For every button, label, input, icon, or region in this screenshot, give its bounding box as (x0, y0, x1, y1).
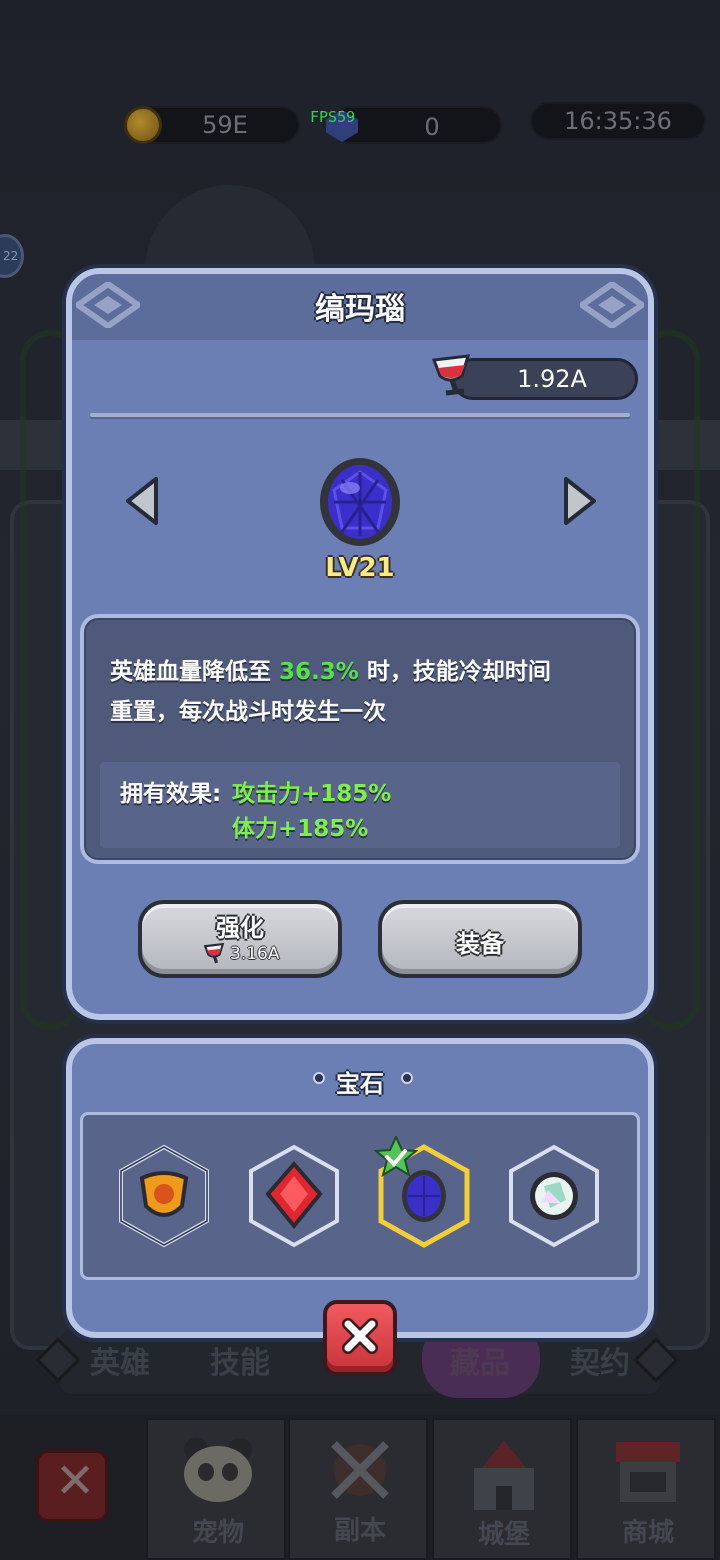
next-arrow-icon[interactable] (562, 476, 598, 526)
upgrade-button-label: 强化 (216, 914, 264, 942)
description-line-2: 重置，每次战斗时发生一次 (110, 699, 386, 725)
castle-icon (474, 1440, 534, 1510)
header-divider (90, 413, 630, 417)
nav-close-button[interactable]: ✕ (36, 1450, 108, 1522)
equipped-check-icon (374, 1136, 418, 1178)
nav-castle-label: 城堡 (477, 1520, 530, 1550)
nav-shop[interactable]: 商城 (576, 1418, 716, 1560)
nav-castle[interactable]: 城堡 (432, 1418, 572, 1560)
nav-shop-label: 商城 (621, 1518, 674, 1548)
tab-collection[interactable]: 藏品 (450, 1338, 510, 1382)
item-title: 缟玛瑙 (315, 292, 405, 327)
crystal-gem-icon (530, 1172, 578, 1220)
equip-button-label: 装备 (456, 930, 504, 958)
nav-pets[interactable]: 宠物 (146, 1418, 286, 1560)
tab-contract[interactable]: 契约 (570, 1338, 630, 1382)
nav-pets-label: 宠物 (191, 1518, 244, 1548)
coin-icon (124, 106, 162, 144)
close-dialog-button[interactable] (323, 1300, 397, 1376)
upgrade-button[interactable]: 强化 3.16A (138, 900, 342, 978)
close-icon (342, 1318, 378, 1354)
wine-glass-icon (203, 942, 225, 964)
essence-amount: 1.92A (517, 365, 587, 393)
wine-glass-icon (431, 354, 471, 396)
amber-gem-icon (139, 1171, 189, 1217)
description-suffix: 时，技能冷却时间 (366, 659, 551, 685)
description-threshold: 36.3% (279, 659, 359, 685)
passive-effect-label: 拥有效果: (120, 781, 222, 807)
equip-button[interactable]: 装备 (378, 900, 582, 978)
player-level-value: 22 (3, 249, 19, 263)
shop-icon (616, 1442, 680, 1502)
fps-counter: FPS59 (310, 108, 356, 126)
previous-arrow-icon[interactable] (124, 476, 160, 526)
close-icon: ✕ (55, 1453, 96, 1509)
coin-value: 59E (202, 111, 248, 139)
gem-slot-amber[interactable] (118, 1144, 210, 1248)
onyx-gem-icon (320, 458, 400, 546)
passive-effect-hp: 体力+185% (232, 816, 369, 842)
nav-dungeon-label: 副本 (333, 1516, 386, 1546)
gem-value: 0 (424, 113, 440, 141)
clock-time: 16:35:36 (564, 107, 672, 135)
nav-dungeon[interactable]: 副本 (288, 1418, 428, 1560)
tab-skills[interactable]: 技能 (210, 1338, 270, 1382)
crossed-swords-icon (331, 1441, 389, 1499)
description-prefix: 英雄血量降低至 (110, 659, 271, 685)
passive-effect-attack: 攻击力+185% (232, 781, 392, 807)
gem-slot-crystal[interactable] (508, 1144, 600, 1248)
gem-slot-ruby[interactable] (248, 1144, 340, 1248)
gem-panel-title: 宝石 (336, 1070, 384, 1098)
item-description: 英雄血量降低至 36.3% 时，技能冷却时间 重置，每次战斗时发生一次 (110, 652, 590, 732)
item-level: LV21 (325, 553, 395, 583)
upgrade-cost: 3.16A (230, 944, 280, 964)
title-dot-right (401, 1072, 413, 1084)
tab-heroes[interactable]: 英雄 (90, 1338, 150, 1382)
panda-icon (184, 1438, 252, 1502)
